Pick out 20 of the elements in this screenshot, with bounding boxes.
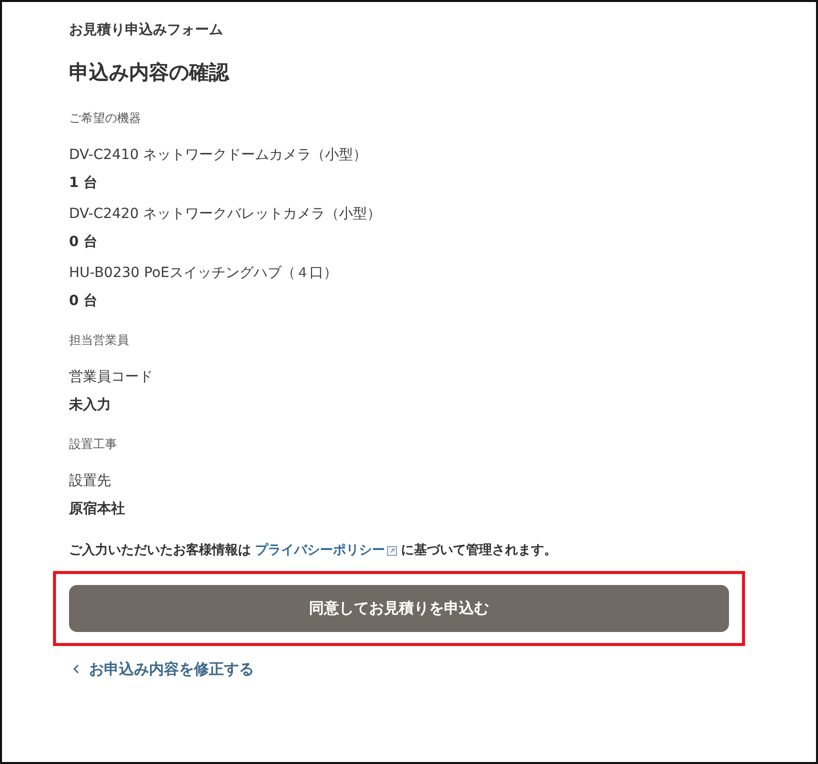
- privacy-notice: ご入力いただいたお客様情報は プライバシーポリシー に基づいて管理されます。: [69, 540, 557, 562]
- field-value: 0 台: [69, 292, 98, 311]
- external-link-icon: [387, 546, 397, 556]
- field-value: 0 台: [69, 233, 98, 252]
- page-heading: 申込み内容の確認: [69, 59, 229, 86]
- privacy-policy-link[interactable]: プライバシーポリシー: [255, 540, 397, 562]
- field-name: 設置先: [69, 472, 111, 491]
- field-value: 未入力: [69, 396, 111, 415]
- field-name: DV-C2410 ネットワークドームカメラ（小型）: [69, 146, 368, 165]
- back-link[interactable]: お申込み内容を修正する: [69, 658, 254, 680]
- form-title: お見積り申込みフォーム: [69, 21, 223, 40]
- field-name: DV-C2420 ネットワークバレットカメラ（小型）: [69, 205, 382, 224]
- submit-button[interactable]: 同意してお見積りを申込む: [69, 585, 729, 632]
- section-label: 担当営業員: [69, 332, 129, 349]
- field-value: 原宿本社: [69, 500, 125, 519]
- section-label: 設置工事: [69, 436, 117, 453]
- field-name: HU-B0230 PoEスイッチングハブ（４口）: [69, 264, 338, 283]
- field-name: 営業員コード: [69, 368, 153, 387]
- section-label: ご希望の機器: [69, 110, 141, 127]
- field-value: 1 台: [69, 174, 98, 193]
